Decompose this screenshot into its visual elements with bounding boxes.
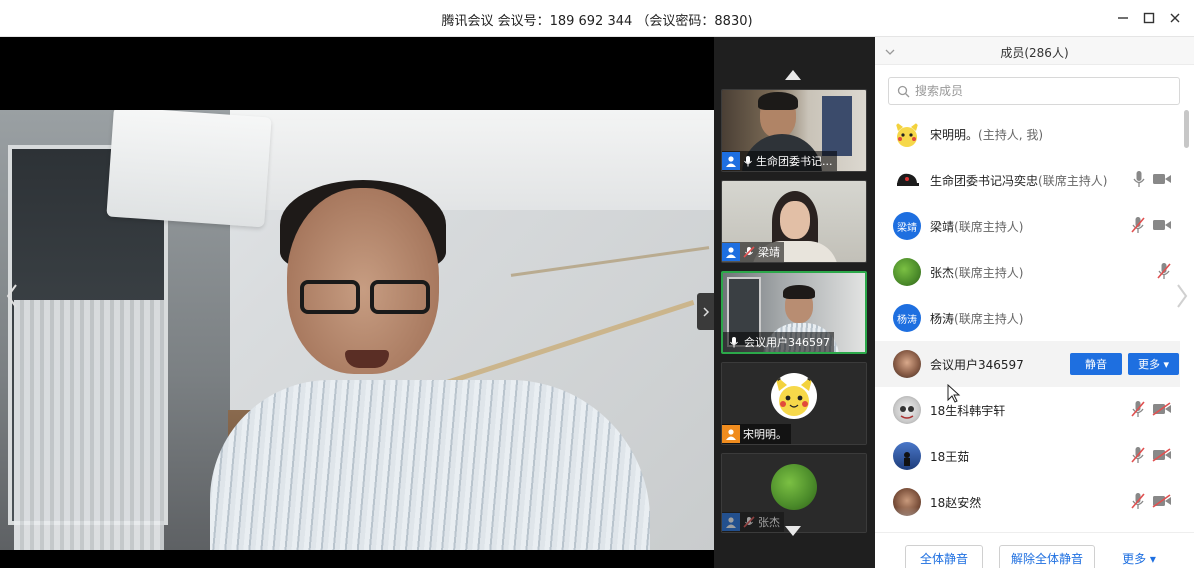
microphone-muted-icon	[743, 246, 755, 258]
unmute-all-button[interactable]: 解除全体静音	[999, 545, 1095, 568]
maximize-icon	[1143, 12, 1155, 24]
me-badge-icon	[722, 425, 740, 443]
host-badge-icon	[722, 513, 740, 531]
figure-avatar-icon	[904, 452, 910, 466]
chevron-right-icon	[702, 306, 709, 317]
member-search[interactable]	[888, 77, 1180, 105]
more-button[interactable]: 更多 ▾	[1128, 353, 1179, 375]
thumbnail-tile[interactable]: 生命团委书记...	[721, 89, 867, 172]
window-title: 腾讯会议 会议号：189 692 344 （会议密码：8830)	[441, 14, 753, 29]
pikachu-avatar	[771, 373, 817, 419]
avatar	[893, 258, 921, 286]
chevron-left-icon	[6, 284, 17, 308]
member-list-scrollbar[interactable]	[1184, 110, 1189, 148]
microphone-icon	[730, 337, 738, 348]
microphone-icon	[744, 156, 752, 167]
microphone-icon[interactable]	[1132, 170, 1146, 188]
member-role: (主持人, 我)	[978, 128, 1044, 142]
avatar	[893, 166, 921, 194]
pikachu-icon	[895, 121, 919, 147]
member-row[interactable]: 18生科韩宇轩	[875, 387, 1180, 433]
plant-avatar	[771, 464, 817, 510]
video-camera-off-icon[interactable]	[1152, 402, 1172, 416]
microphone-muted-icon[interactable]	[1130, 216, 1146, 234]
video-camera-icon[interactable]	[1152, 218, 1172, 232]
member-row[interactable]: 宋明明。(主持人, 我)	[875, 111, 1180, 157]
panel-title: 成员(286人)	[1000, 46, 1069, 60]
member-name: 杨涛	[930, 312, 955, 326]
member-row[interactable]: 梁靖 梁靖(联席主持人)	[875, 203, 1180, 249]
panel-header: 成员(286人)	[875, 37, 1194, 65]
strip-scroll-up[interactable]	[784, 69, 802, 84]
strip-scroll-down[interactable]	[784, 525, 802, 540]
microphone-muted-icon[interactable]	[1130, 400, 1146, 418]
member-row[interactable]: 18王茹	[875, 433, 1180, 479]
triangle-up-icon	[785, 70, 801, 80]
microphone-muted-icon	[743, 516, 755, 528]
avatar: 杨涛	[893, 304, 921, 332]
avatar	[893, 396, 921, 424]
main-video-area	[0, 37, 714, 568]
mute-all-button[interactable]: 全体静音	[905, 545, 983, 568]
video-camera-off-icon[interactable]	[1152, 448, 1172, 462]
member-row[interactable]: 生命团委书记冯奕忠(联席主持人)	[875, 157, 1180, 203]
member-name: 张杰	[930, 266, 955, 280]
host-badge-icon	[722, 243, 740, 261]
member-panel: 成员(286人) 宋明明。(主持人, 我) 生命团委书记冯奕忠(联席主持人) 梁…	[875, 37, 1194, 568]
mute-button[interactable]: 静音	[1070, 353, 1122, 375]
cap-icon	[897, 173, 919, 186]
member-role: (联席主持人)	[954, 266, 1024, 280]
thumbnail-tile[interactable]: 梁靖	[721, 180, 867, 263]
thumbnail-tile-active[interactable]: 会议用户346597	[721, 271, 867, 354]
minimize-icon	[1118, 17, 1128, 19]
avatar	[893, 442, 921, 470]
close-button[interactable]	[1164, 8, 1186, 28]
member-role: (联席主持人)	[1038, 174, 1108, 188]
footer-more-button[interactable]: 更多 ▾	[1111, 545, 1167, 568]
member-name: 18王茹	[930, 450, 970, 464]
cartoon-avatar-icon	[900, 406, 914, 419]
avatar: 梁靖	[893, 212, 921, 240]
member-role: (联席主持人)	[954, 220, 1024, 234]
prev-page-arrow[interactable]	[2, 281, 22, 311]
close-icon	[1170, 13, 1180, 23]
thumbnail-tile[interactable]: 张杰	[721, 453, 867, 533]
triangle-down-icon	[785, 526, 801, 536]
next-page-arrow[interactable]	[1172, 281, 1192, 311]
search-input[interactable]	[915, 84, 1165, 98]
member-row[interactable]: 会议用户346597 静音 更多 ▾	[875, 341, 1180, 387]
microphone-muted-icon[interactable]	[1156, 262, 1172, 280]
maximize-button[interactable]	[1138, 8, 1160, 28]
video-camera-icon[interactable]	[1152, 172, 1172, 186]
speaker-video[interactable]	[0, 110, 714, 550]
thumbnail-tile[interactable]: 宋明明。	[721, 362, 867, 445]
minimize-button[interactable]	[1112, 8, 1134, 28]
pikachu-icon	[775, 375, 813, 416]
thumbnail-name: 张杰	[758, 516, 780, 529]
thumbnail-name: 生命团委书记...	[756, 155, 833, 168]
member-role: (联席主持人)	[954, 312, 1024, 326]
title-bar: 腾讯会议 会议号：189 692 344 （会议密码：8830)	[0, 0, 1194, 37]
thumbnail-name: 梁靖	[758, 246, 780, 259]
collapse-strip-button[interactable]	[697, 293, 714, 330]
thumbnail-name: 宋明明。	[743, 428, 787, 441]
member-name: 生命团委书记冯奕忠	[930, 174, 1039, 188]
host-badge-icon	[722, 152, 740, 170]
panel-footer: 全体静音 解除全体静音 更多 ▾	[875, 532, 1194, 568]
search-icon	[897, 85, 910, 97]
member-name: 18生科韩宇轩	[930, 404, 1006, 418]
member-name: 宋明明。	[930, 128, 979, 142]
video-camera-off-icon[interactable]	[1152, 494, 1172, 508]
member-name: 梁靖	[930, 220, 955, 234]
mouse-cursor-icon	[947, 384, 961, 403]
avatar	[893, 120, 921, 148]
member-row[interactable]: 张杰(联席主持人)	[875, 249, 1180, 295]
avatar	[893, 350, 921, 378]
thumbnail-name: 会议用户346597	[744, 336, 830, 349]
microphone-muted-icon[interactable]	[1130, 446, 1146, 464]
chevron-right-icon	[1177, 284, 1188, 308]
member-name: 会议用户346597	[930, 358, 1024, 372]
member-row[interactable]: 杨涛 杨涛(联席主持人)	[875, 295, 1180, 341]
video-thumbnail-strip: 生命团委书记... 梁靖 会议用户346597 宋明明。 张杰	[714, 37, 875, 568]
